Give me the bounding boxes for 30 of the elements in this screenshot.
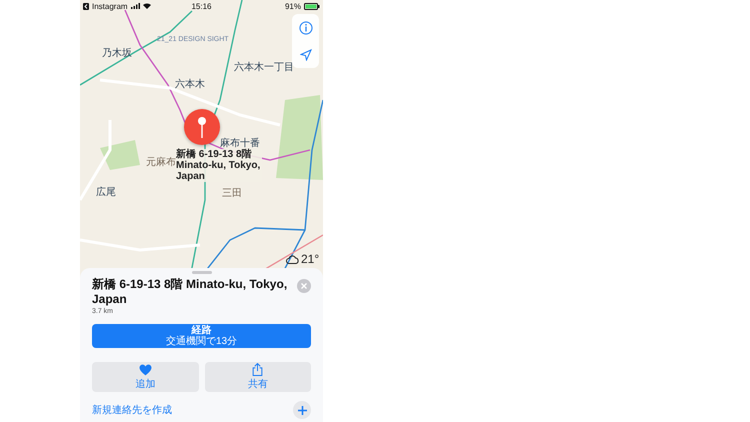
grabber-handle[interactable] [192,271,212,274]
battery-percent: 91% [284,2,301,10]
plus-icon [298,406,306,414]
temperature: 21° [301,252,320,266]
map-label: 六本木 [175,78,205,91]
map-label: 三田 [222,187,242,200]
signal-icon [130,3,140,9]
directions-button[interactable]: 経路 交通機関で13分 [92,324,311,348]
pin-icon [197,116,207,138]
cloud-icon [286,254,299,264]
favorite-button[interactable]: 追加 [92,362,198,392]
map-label: 元麻布 [146,156,176,169]
status-time: 15:16 [191,2,212,10]
map-label: 麻布十番 [220,136,260,149]
battery-icon [304,2,320,10]
heart-icon [138,364,152,376]
map-label: 六本木一丁目 [234,60,294,74]
map-label: 乃木坂 [102,46,132,60]
map-label: 広尾 [96,186,116,199]
add-button[interactable] [293,401,311,419]
info-icon [298,20,312,34]
create-contact-link[interactable]: 新規連絡先を作成 [92,403,172,417]
share-button[interactable]: 共有 [204,362,311,392]
location-arrow-icon [300,48,312,60]
place-title: 新橋 6-19-13 8階 Minato-ku, Tokyo, Japan [92,277,288,307]
share-icon [252,363,264,376]
close-icon [301,283,307,289]
pin-label: 新橋 6-19-13 8階 Minato-ku, Tokyo, Japan [176,149,262,182]
wifi-icon [142,3,151,9]
back-app-label[interactable]: Instagram [92,2,128,10]
